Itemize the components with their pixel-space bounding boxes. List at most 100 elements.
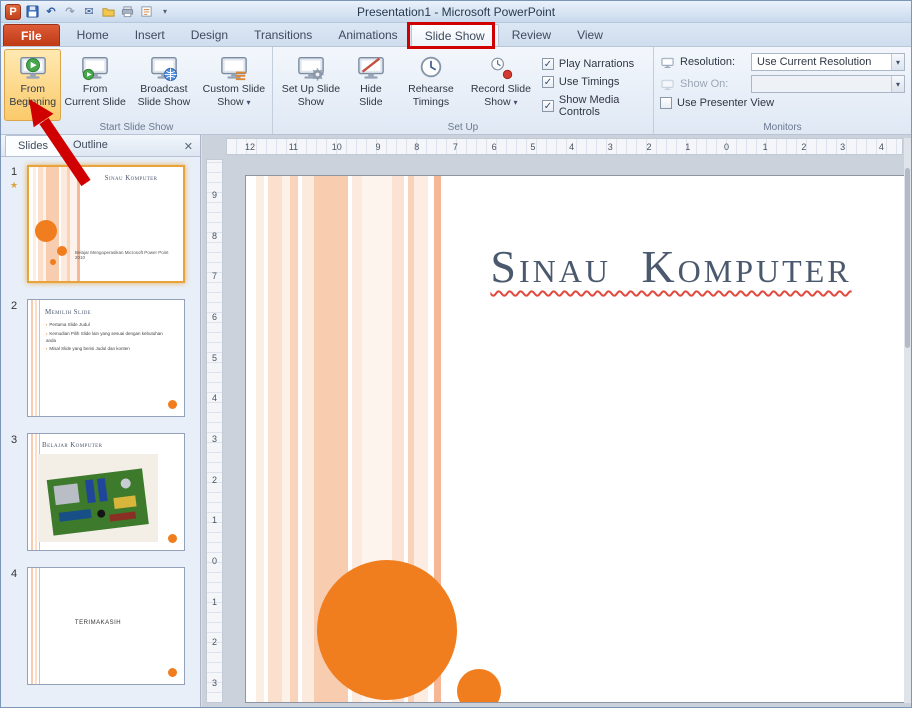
ruler-number: 2 [801, 142, 806, 152]
dropdown-arrow-icon: ▾ [246, 98, 250, 107]
ruler-number: 1 [212, 597, 217, 607]
tab-file[interactable]: File [3, 24, 60, 46]
ruler-number: 1 [212, 515, 217, 525]
ruler-number: 7 [212, 271, 217, 281]
ruler-number: 0 [212, 556, 217, 566]
set-up-slide-show-button[interactable]: Set Up Slide Show [276, 49, 346, 121]
thumb-slide-title: Memilih Slide [45, 308, 91, 316]
ruler-number: 6 [492, 142, 497, 152]
slide-number: 4 [1, 567, 27, 685]
set-up-checkboxes: ✓ Play Narrations ✓ Use Timings ✓ Show M… [536, 49, 650, 121]
tab-review[interactable]: Review [499, 24, 564, 46]
thumb-slide-title: Belajar Komputer [42, 441, 102, 449]
tab-transitions[interactable]: Transitions [241, 24, 325, 46]
resolution-dropdown[interactable]: Use Current Resolution ▾ [751, 53, 905, 71]
tab-home[interactable]: Home [64, 24, 122, 46]
tab-slide-show[interactable]: Slide Show [411, 24, 499, 46]
ruler-number: 3 [212, 678, 217, 688]
theme-stripes [31, 300, 43, 416]
show-media-controls-checkbox[interactable]: ✓ Show Media Controls [542, 94, 646, 118]
orange-circle [50, 259, 56, 265]
undo-icon[interactable]: ↶ [43, 4, 59, 20]
tab-animations[interactable]: Animations [325, 24, 410, 46]
slide-thumbnail-1[interactable]: Sinau Komputer Belajar Mengoperasikan Mi… [27, 165, 185, 283]
checkbox-checked-icon: ✓ [542, 58, 554, 70]
customize-qat-dropdown-icon[interactable]: ▾ [157, 4, 173, 20]
hide-slide-button[interactable]: Hide Slide [346, 49, 396, 121]
ruler-number: 5 [530, 142, 535, 152]
redo-icon[interactable]: ↷ [62, 4, 78, 20]
ruler-number: 8 [212, 231, 217, 241]
horizontal-ruler: 12111098765432101234 [226, 138, 903, 155]
slide-row-2: 2 Memilih Slide Pertama Slide Judul Kemu… [1, 299, 200, 417]
tab-insert[interactable]: Insert [122, 24, 178, 46]
show-on-dropdown: ▾ [751, 75, 905, 93]
ruler-number: 3 [840, 142, 845, 152]
vertical-scrollbar[interactable] [904, 138, 911, 703]
monitor-list-icon [219, 53, 249, 81]
monitor-globe-icon [149, 53, 179, 81]
ruler-number: 1 [763, 142, 768, 152]
powerpoint-logo-icon[interactable]: P [5, 4, 21, 20]
checkbox-unchecked-icon [660, 97, 672, 109]
monitor-gear-icon [296, 53, 326, 81]
save-icon[interactable] [24, 4, 40, 20]
show-on-icon [660, 78, 675, 91]
thumbnail-list: 1 ★ Sinau Komputer Belajar Mengoperasika… [1, 157, 200, 685]
open-icon[interactable] [100, 4, 116, 20]
from-current-slide-button[interactable]: From Current Slide [61, 49, 129, 121]
ruler-number: 6 [212, 312, 217, 322]
powerpoint-window: P ↶ ↷ ✉ ▾ Presentation1 - Microsoft Powe… [0, 0, 912, 708]
custom-slide-show-button[interactable]: Custom Slide Show ▾ [199, 49, 269, 121]
ruler-number: 8 [414, 142, 419, 152]
slide-thumbnail-4[interactable]: TERIMAKASIH [27, 567, 185, 685]
new-slide-icon[interactable] [138, 4, 154, 20]
play-narrations-checkbox[interactable]: ✓ Play Narrations [542, 58, 646, 70]
theme-stripes [31, 568, 43, 684]
orange-circle-shape[interactable] [317, 560, 457, 700]
dropdown-arrow-icon: ▾ [891, 54, 904, 70]
email-icon[interactable]: ✉ [81, 4, 97, 20]
ribbon-tab-bar: File Home Insert Design Transitions Anim… [1, 23, 911, 47]
ruler-number: 1 [685, 142, 690, 152]
slide-number: 1 [11, 166, 17, 178]
group-label-start-slide-show: Start Slide Show [1, 122, 272, 133]
computer-hardware-photo [38, 454, 158, 542]
orange-circle-shape[interactable] [457, 669, 501, 703]
slide-title-textbox[interactable]: Sinau Komputer [471, 240, 871, 293]
dropdown-arrow-icon: ▾ [891, 76, 904, 92]
slide-thumbnail-2[interactable]: Memilih Slide Pertama Slide Judul Kemudi… [27, 299, 185, 417]
slide-editor-area: 12111098765432101234 9876543210123 Sinau… [202, 135, 911, 707]
quick-access-toolbar: P ↶ ↷ ✉ ▾ [1, 4, 173, 20]
broadcast-slide-show-button[interactable]: Broadcast Slide Show [129, 49, 199, 121]
titlebar: P ↶ ↷ ✉ ▾ Presentation1 - Microsoft Powe… [1, 1, 911, 23]
ruler-number: 3 [608, 142, 613, 152]
ruler-number: 9 [212, 190, 217, 200]
tab-view[interactable]: View [564, 24, 616, 46]
scrollbar-thumb[interactable] [905, 168, 910, 348]
panel-tab-slides[interactable]: Slides [5, 135, 61, 156]
ruler-number: 9 [375, 142, 380, 152]
ruler-number: 11 [289, 142, 298, 152]
slide-thumbnail-3[interactable]: Belajar Komputer [27, 433, 185, 551]
group-start-slide-show: From Beginning From Current Slide Broadc… [1, 47, 273, 134]
quick-print-icon[interactable] [119, 4, 135, 20]
checkbox-checked-icon: ✓ [542, 76, 554, 88]
ruler-number: 2 [212, 475, 217, 485]
panel-tab-outline[interactable]: Outline [61, 135, 120, 156]
use-presenter-view-checkbox[interactable]: Use Presenter View [660, 97, 774, 109]
tab-design[interactable]: Design [178, 24, 241, 46]
rehearse-timings-button[interactable]: Rehearse Timings [396, 49, 466, 121]
clock-icon [416, 53, 446, 81]
slide-canvas[interactable]: Sinau Komputer [245, 175, 907, 703]
ruler-number: 4 [879, 142, 884, 152]
monitor-play-icon [18, 53, 48, 81]
group-label-set-up: Set Up [273, 122, 653, 133]
from-beginning-button[interactable]: From Beginning [4, 49, 61, 121]
use-timings-checkbox[interactable]: ✓ Use Timings [542, 76, 646, 88]
panel-tab-bar: Slides Outline ✕ [1, 135, 200, 157]
thumb-bullet-list: Pertama Slide Judul Kemudian Pilih Slide… [46, 322, 168, 355]
ruler-number: 4 [569, 142, 574, 152]
close-panel-icon[interactable]: ✕ [184, 140, 193, 153]
record-slide-show-button[interactable]: Record Slide Show ▾ [466, 49, 536, 121]
